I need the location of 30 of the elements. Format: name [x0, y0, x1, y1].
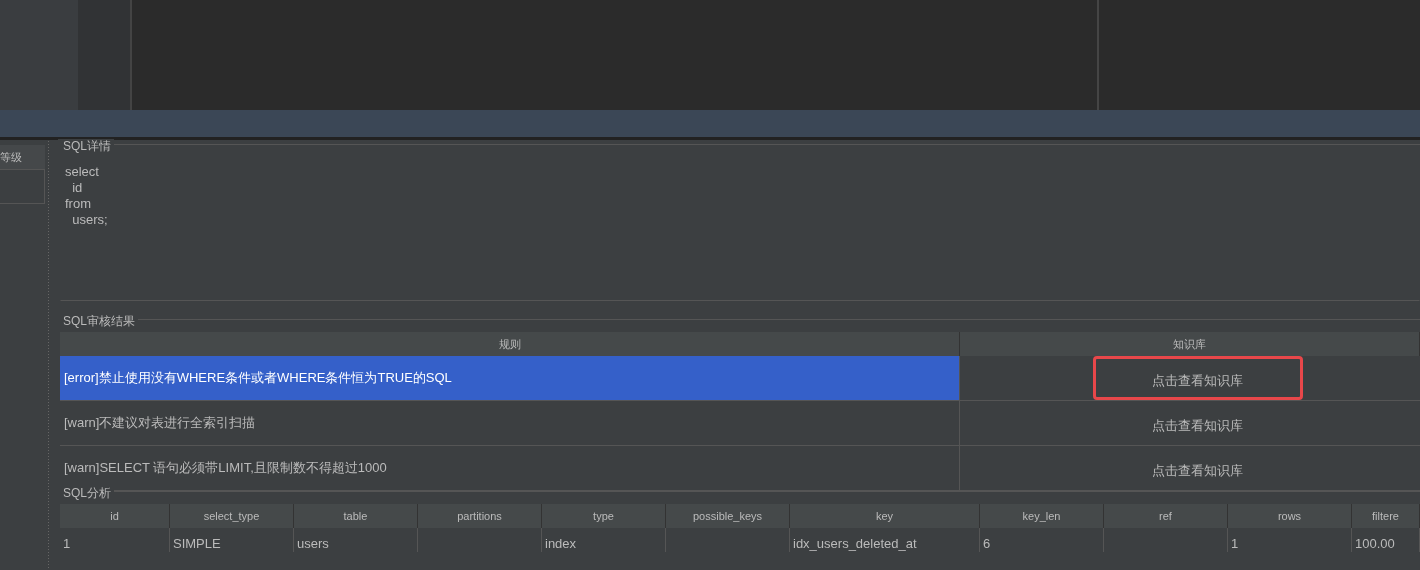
column-header: key	[790, 504, 980, 528]
section-title: SQL分析	[58, 486, 114, 500]
table-cell: 100.00	[1352, 528, 1420, 552]
table-cell: SIMPLE	[170, 528, 294, 552]
column-header: 等级	[0, 145, 45, 169]
table-cell: users	[294, 528, 418, 552]
rule-cell[interactable]: [warn]不建议对表进行全索引扫描	[60, 401, 960, 445]
column-header: ref	[1104, 504, 1228, 528]
column-header: table	[294, 504, 418, 528]
column-header: type	[542, 504, 666, 528]
knowledge-base-link[interactable]: 点击查看知识库	[1092, 356, 1303, 400]
column-header: key_len	[980, 504, 1104, 528]
section-title: SQL审核结果	[58, 314, 138, 328]
knowledge-base-link[interactable]: 点击查看知识库	[1092, 446, 1303, 490]
table-cell: 1	[1228, 528, 1352, 552]
column-header: filtere	[1352, 504, 1420, 528]
table-cell: index	[542, 528, 666, 552]
column-header: select_type	[170, 504, 294, 528]
knowledge-base-link[interactable]: 点击查看知识库	[1092, 401, 1303, 445]
table-cell: 6	[980, 528, 1104, 552]
column-header: partitions	[418, 504, 542, 528]
table-cell: idx_users_deleted_at	[790, 528, 980, 552]
column-header: 知识库	[960, 332, 1420, 356]
column-header: id	[60, 504, 170, 528]
rule-cell[interactable]: [error]禁止使用没有WHERE条件或者WHERE条件恒为TRUE的SQL	[60, 356, 960, 400]
table-cell	[0, 169, 45, 204]
column-header: rows	[1228, 504, 1352, 528]
column-header: possible_keys	[666, 504, 790, 528]
section-title: SQL详情	[58, 139, 114, 153]
table-cell: 1	[60, 528, 170, 552]
